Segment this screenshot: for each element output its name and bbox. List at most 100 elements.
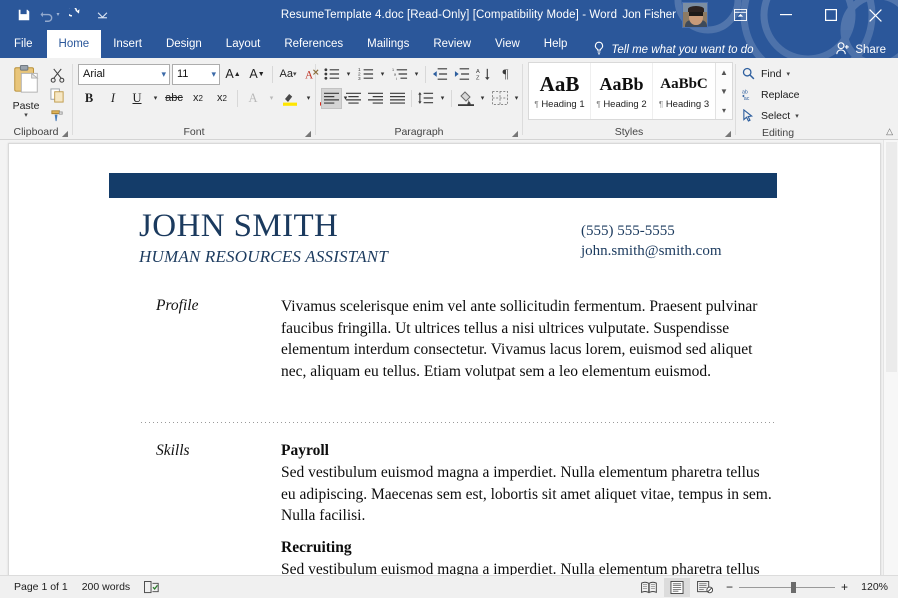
style-name: ¶ Heading 1 bbox=[534, 99, 584, 110]
shading-chevron-down-icon[interactable]: ▾ bbox=[477, 88, 488, 109]
close-icon[interactable] bbox=[853, 0, 898, 30]
paste-chevron-down-icon[interactable]: ▾ bbox=[24, 113, 28, 119]
ribbon-tab-layout[interactable]: Layout bbox=[214, 30, 273, 58]
grow-font-icon[interactable]: A▲ bbox=[222, 64, 244, 85]
select-chevron-down-icon[interactable]: ▾ bbox=[795, 112, 799, 120]
decrease-indent-icon[interactable] bbox=[429, 64, 450, 85]
read-mode-icon[interactable] bbox=[636, 578, 662, 597]
line-spacing-icon[interactable] bbox=[415, 88, 436, 109]
numbering-icon[interactable]: 123 bbox=[355, 64, 376, 85]
shrink-font-icon[interactable]: A▼ bbox=[246, 64, 268, 85]
ribbon-display-options-icon[interactable] bbox=[718, 0, 763, 30]
font-name-combo[interactable]: Arial ▾ bbox=[78, 64, 170, 85]
text-effects-icon[interactable]: A bbox=[242, 88, 264, 109]
bold-icon[interactable]: B bbox=[78, 88, 100, 109]
borders-chevron-down-icon[interactable]: ▾ bbox=[511, 88, 522, 109]
align-center-icon[interactable] bbox=[343, 88, 364, 109]
ribbon-tab-insert[interactable]: Insert bbox=[101, 30, 154, 58]
collapse-ribbon-icon[interactable]: △ bbox=[886, 126, 893, 137]
text-highlight-color-icon[interactable] bbox=[279, 88, 301, 109]
document-page[interactable]: JOHN SMITH HUMAN RESOURCES ASSISTANT (55… bbox=[8, 143, 881, 575]
select-button[interactable]: Select ▾ bbox=[741, 106, 799, 125]
customize-qat-icon[interactable] bbox=[90, 4, 114, 26]
zoom-out-button[interactable]: − bbox=[726, 580, 733, 594]
redo-icon[interactable] bbox=[64, 4, 88, 26]
find-chevron-down-icon[interactable]: ▾ bbox=[786, 70, 790, 78]
shading-icon[interactable] bbox=[455, 88, 476, 109]
zoom-in-button[interactable]: + bbox=[841, 580, 848, 594]
multilevel-list-icon[interactable]: 1ai bbox=[389, 64, 410, 85]
text-effects-chevron-down-icon[interactable]: ▾ bbox=[266, 88, 277, 109]
line-spacing-chevron-down-icon[interactable]: ▾ bbox=[437, 88, 448, 109]
chevron-down-icon[interactable]: ▾ bbox=[161, 69, 166, 80]
multilevel-chevron-down-icon[interactable]: ▾ bbox=[411, 64, 422, 85]
zoom-slider[interactable] bbox=[739, 587, 835, 588]
bullets-chevron-down-icon[interactable]: ▾ bbox=[343, 64, 354, 85]
align-right-icon[interactable] bbox=[365, 88, 386, 109]
ribbon-tab-view[interactable]: View bbox=[483, 30, 532, 58]
undo-icon[interactable]: ▾ bbox=[38, 4, 62, 26]
avatar[interactable] bbox=[682, 2, 708, 28]
show-formatting-marks-icon[interactable]: ¶ bbox=[495, 64, 516, 85]
chevron-down-icon[interactable]: ▾ bbox=[211, 69, 216, 80]
tell-me-box[interactable]: Tell me what you want to do bbox=[593, 41, 753, 58]
paste-button[interactable]: Paste ▾ bbox=[5, 62, 47, 119]
font-dialog-launcher-icon[interactable]: ◢ bbox=[305, 129, 311, 138]
proofing-errors-icon[interactable] bbox=[144, 581, 159, 594]
align-left-icon[interactable] bbox=[321, 88, 342, 109]
superscript-icon[interactable]: x2 bbox=[211, 88, 233, 109]
numbering-chevron-down-icon[interactable]: ▾ bbox=[377, 64, 388, 85]
share-button[interactable]: Share bbox=[836, 42, 886, 58]
clipboard-dialog-launcher-icon[interactable]: ◢ bbox=[62, 129, 68, 138]
sort-icon[interactable]: AZ bbox=[473, 64, 494, 85]
ribbon-tab-file[interactable]: File bbox=[0, 30, 47, 58]
zoom-slider-thumb[interactable] bbox=[791, 582, 796, 593]
ribbon-tab-home[interactable]: Home bbox=[47, 30, 102, 58]
ribbon-tab-help[interactable]: Help bbox=[532, 30, 580, 58]
underline-chevron-down-icon[interactable]: ▾ bbox=[150, 88, 161, 109]
web-layout-icon[interactable] bbox=[692, 578, 718, 597]
more-styles-icon[interactable]: ▾ bbox=[716, 101, 732, 119]
increase-indent-icon[interactable] bbox=[451, 64, 472, 85]
ribbon-tab-references[interactable]: References bbox=[272, 30, 355, 58]
cut-icon[interactable] bbox=[47, 66, 67, 84]
ribbon-tab-review[interactable]: Review bbox=[421, 30, 483, 58]
format-painter-icon[interactable] bbox=[47, 106, 67, 124]
styles-gallery-scrollbar[interactable]: ▲ ▼ ▾ bbox=[715, 63, 732, 119]
style-heading-1[interactable]: AaB ¶ Heading 1 bbox=[529, 63, 591, 119]
word-count[interactable]: 200 words bbox=[82, 581, 130, 593]
borders-icon[interactable] bbox=[489, 88, 510, 109]
page-indicator[interactable]: Page 1 of 1 bbox=[14, 581, 68, 593]
account-name[interactable]: Jon Fisher bbox=[622, 9, 676, 21]
replace-button[interactable]: abac Replace bbox=[741, 85, 800, 104]
change-case-icon[interactable]: Aa▾ bbox=[277, 64, 299, 85]
save-icon[interactable] bbox=[12, 4, 36, 26]
italic-icon[interactable]: I bbox=[102, 88, 124, 109]
style-heading-3[interactable]: AaBbC ¶ Heading 3 bbox=[653, 63, 715, 119]
subscript-icon[interactable]: x2 bbox=[187, 88, 209, 109]
restore-icon[interactable] bbox=[808, 0, 853, 30]
minimize-icon[interactable] bbox=[763, 0, 808, 30]
resume-name: JOHN SMITH bbox=[139, 208, 338, 245]
scrollbar-thumb[interactable] bbox=[886, 142, 897, 372]
paragraph-dialog-launcher-icon[interactable]: ◢ bbox=[512, 129, 518, 138]
ribbon-group-clipboard: Paste ▾ Clipboard ◢ bbox=[0, 58, 72, 140]
highlight-chevron-down-icon[interactable]: ▾ bbox=[303, 88, 314, 109]
quick-access-toolbar: ▾ bbox=[0, 4, 114, 26]
bullets-icon[interactable] bbox=[321, 64, 342, 85]
print-layout-icon[interactable] bbox=[664, 578, 690, 597]
font-size-combo[interactable]: 11 ▾ bbox=[172, 64, 220, 85]
scroll-down-icon[interactable]: ▼ bbox=[716, 82, 732, 100]
zoom-level[interactable]: 120% bbox=[854, 581, 888, 593]
ribbon-tab-mailings[interactable]: Mailings bbox=[355, 30, 421, 58]
underline-icon[interactable]: U bbox=[126, 88, 148, 109]
strikethrough-icon[interactable]: abc bbox=[163, 88, 185, 109]
ribbon-tab-design[interactable]: Design bbox=[154, 30, 214, 58]
style-heading-2[interactable]: AaBb ¶ Heading 2 bbox=[591, 63, 653, 119]
copy-icon[interactable] bbox=[47, 86, 67, 104]
find-button[interactable]: Find ▾ bbox=[741, 64, 790, 83]
scroll-up-icon[interactable]: ▲ bbox=[716, 63, 732, 81]
styles-dialog-launcher-icon[interactable]: ◢ bbox=[725, 129, 731, 138]
vertical-scrollbar[interactable] bbox=[883, 140, 898, 575]
justify-icon[interactable] bbox=[387, 88, 408, 109]
